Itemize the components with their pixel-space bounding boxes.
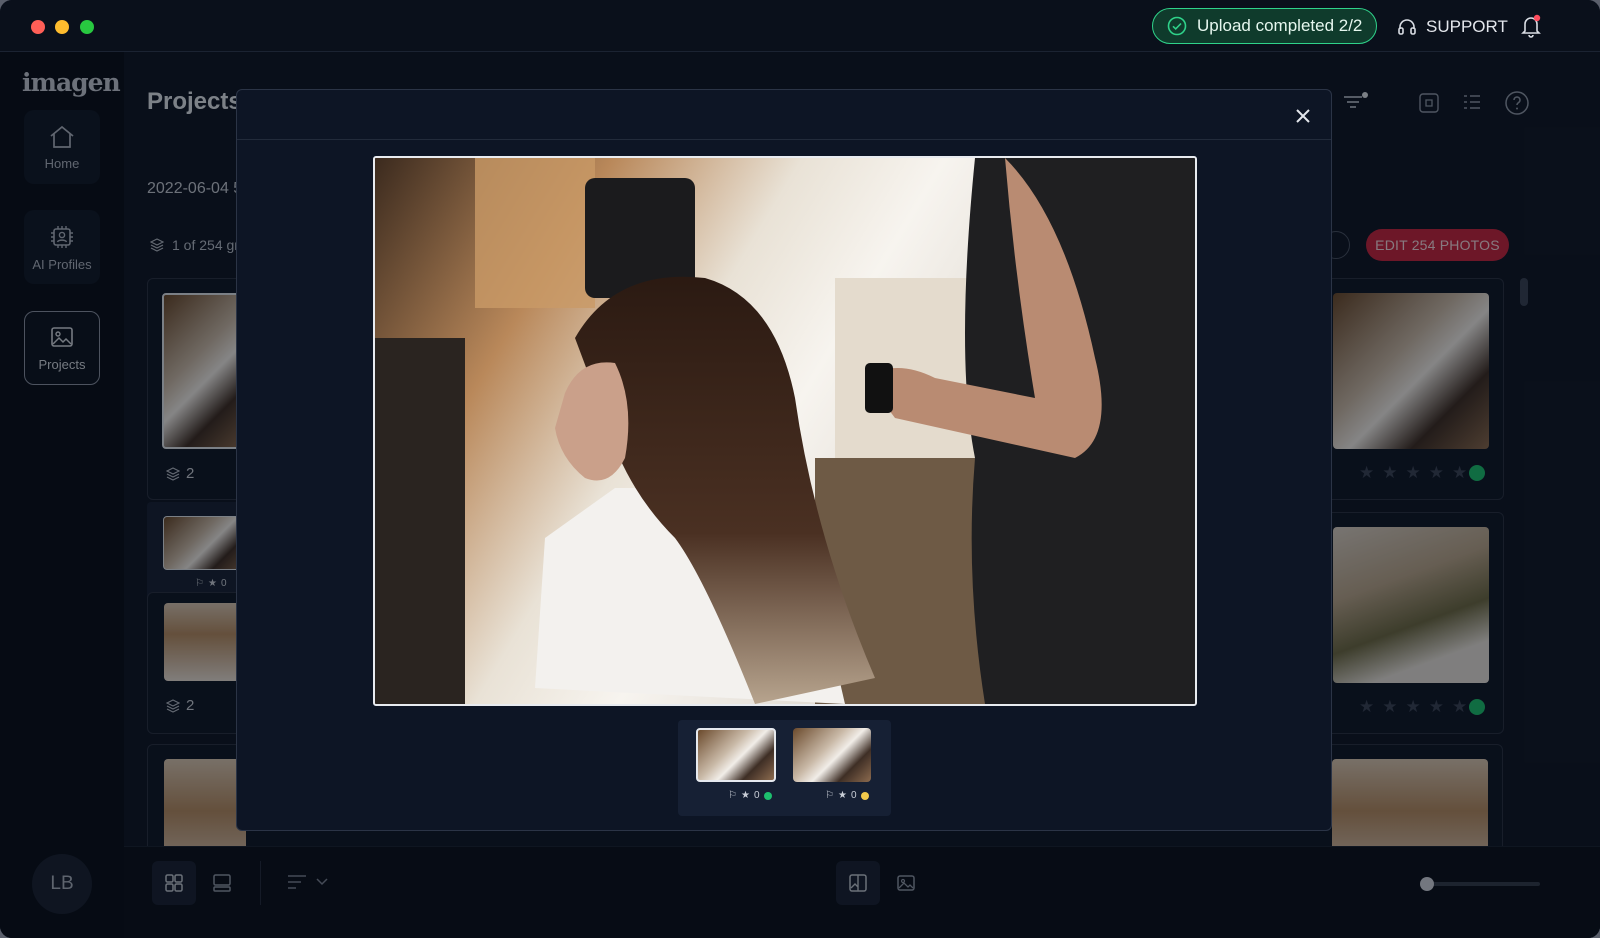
- main-photo: [373, 156, 1197, 706]
- notifications-button[interactable]: [1520, 14, 1544, 38]
- support-button[interactable]: SUPPORT: [1396, 14, 1508, 40]
- check-circle-icon: [1167, 16, 1187, 36]
- rating-value: 0: [850, 790, 857, 801]
- support-label: SUPPORT: [1426, 17, 1508, 36]
- thumbnail-strip: ⚐ ★ 0 ⚐ ★ 0: [678, 720, 891, 816]
- upload-status-text: Upload completed 2/2: [1197, 16, 1363, 35]
- thumbnail[interactable]: [793, 728, 871, 782]
- upload-status-badge[interactable]: Upload completed 2/2: [1152, 8, 1377, 44]
- star-icon: ★: [740, 790, 750, 801]
- thumbnail-meta: ⚐ ★ 0: [728, 790, 772, 801]
- photo-hair-styling: [375, 158, 1195, 704]
- star-icon: ★: [837, 790, 847, 801]
- bell-icon: [1521, 14, 1541, 38]
- rating-value: 0: [753, 790, 760, 801]
- thumbnail-meta: ⚐ ★ 0: [825, 790, 869, 801]
- status-dot: [860, 791, 869, 800]
- maximize-window-button[interactable]: [80, 20, 94, 34]
- close-icon: [1296, 109, 1310, 123]
- flag-icon[interactable]: ⚐: [728, 790, 737, 801]
- headset-icon: [1398, 19, 1416, 35]
- titlebar: Upload completed 2/2 SUPPORT: [0, 0, 1600, 52]
- close-modal-button[interactable]: [1295, 108, 1311, 124]
- status-dot: [763, 791, 772, 800]
- photo-viewer-modal: ⚐ ★ 0 ⚐ ★ 0: [236, 89, 1332, 831]
- app-window: Upload completed 2/2 SUPPORT imagen Home…: [0, 0, 1600, 938]
- modal-header: [237, 90, 1331, 140]
- minimize-window-button[interactable]: [55, 20, 69, 34]
- thumbnail-selected[interactable]: [696, 728, 776, 782]
- flag-icon[interactable]: ⚐: [825, 790, 834, 801]
- close-window-button[interactable]: [31, 20, 45, 34]
